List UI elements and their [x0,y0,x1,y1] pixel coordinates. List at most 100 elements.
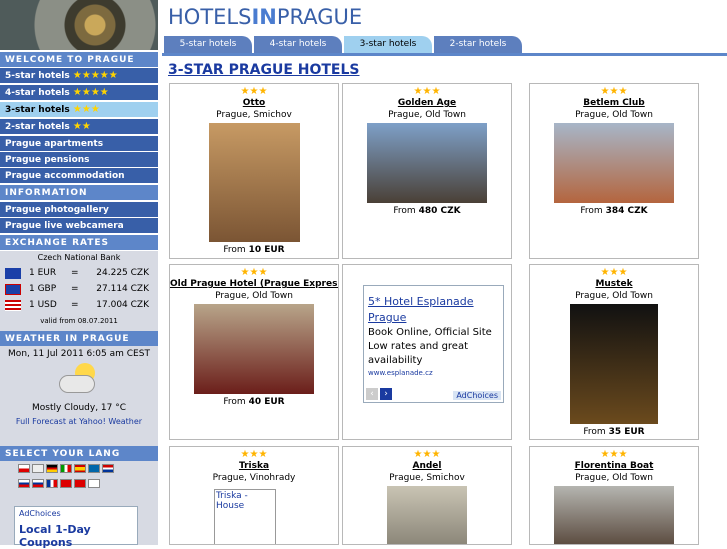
rate-amount: 1 GBP [29,284,57,294]
hotel-location: Prague, Old Town [575,473,653,483]
hotel-name[interactable]: Golden Age [343,97,511,109]
sidebar-item-webcamera[interactable]: Prague live webcamera [0,218,158,234]
weather-box: Mon, 11 Jul 2011 6:05 am CEST Mostly Clo… [0,346,158,446]
fi-flag-icon[interactable] [88,479,100,488]
price-prefix: From [223,397,249,407]
stars-icon: ★★★ [72,104,100,115]
sidebar-item-5star[interactable]: 5-star hotels ★★★★★ [0,68,158,84]
hotel-photo[interactable] [554,486,674,544]
hotel-photo[interactable] [194,304,314,394]
rate-value: 24.225 CZK [96,268,149,278]
site-logo[interactable]: HOTELSINPRAGUE [168,5,362,29]
hotel-photo[interactable] [387,486,467,544]
eu-flag-icon [5,268,21,279]
hotel-photo[interactable] [570,304,658,424]
logo-part-prague: PRAGUE [276,5,363,29]
tab-2star[interactable]: 2-star hotels [434,36,522,53]
fr-flag-icon[interactable] [46,479,58,488]
es-flag-icon[interactable] [74,464,86,473]
price-prefix: From [580,206,606,216]
tab-3star[interactable]: 3-star hotels [344,36,432,53]
hotel-price: From 35 EUR [530,426,698,438]
hotel-location: Prague, Old Town [388,110,466,120]
stars-icon: ★★★★ [72,87,109,98]
sidebar-item-pensions[interactable]: Prague pensions [0,152,158,168]
rate-usd: 1 USD = 17.004 CZK [5,298,153,313]
no-flag-icon[interactable] [74,479,86,488]
hotel-name[interactable]: Andel [343,460,511,472]
sidebar-item-photogallery[interactable]: Prague photogallery [0,202,158,218]
hotel-name[interactable]: Otto [170,97,338,109]
hotel-location: Prague, Old Town [575,110,653,120]
sidebar-item-apartments[interactable]: Prague apartments [0,136,158,152]
se-flag-icon[interactable] [88,464,100,473]
price-value: 40 EUR [248,397,285,407]
uk-flag-icon [5,284,21,295]
esplanade-ad[interactable]: 5* Hotel Esplanade Prague Book Online, O… [363,285,504,403]
hotel-price: From 480 CZK [343,205,511,217]
sidebar-item-label: 5-star hotels [5,71,70,81]
uk-lang-flag-icon[interactable] [32,464,44,473]
price-value: 35 EUR [608,427,645,437]
ad-title[interactable]: 5* Hotel Esplanade Prague [364,286,503,326]
price-value: 384 CZK [605,206,648,216]
astronomical-clock-image [0,0,158,50]
dk-flag-icon[interactable] [60,479,72,488]
lang-heading: SELECT YOUR LANG [0,446,158,462]
cz-flag-icon[interactable] [18,464,30,473]
weather-desc: Mostly Cloudy, 17 °C [31,403,127,413]
weather-date: Mon, 11 Jul 2011 6:05 am CEST [8,349,150,359]
hotel-name[interactable]: Old Prague Hotel (Prague Expres) [170,278,338,290]
price-value: 10 EUR [248,245,285,255]
de-flag-icon[interactable] [46,464,58,473]
sidebar-item-2star[interactable]: 2-star hotels ★★ [0,119,158,135]
hotel-card-andel[interactable]: ★★★ Andel Prague, Smichov [342,446,512,545]
exchange-heading: EXCHANGE RATES [0,235,158,251]
hotel-card-old-prague[interactable]: ★★★ Old Prague Hotel (Prague Expres) Pra… [169,264,339,440]
hotel-card-florentina-boat[interactable]: ★★★ Florentina Boat Prague, Old Town [529,446,699,545]
nl-flag-icon[interactable] [102,464,114,473]
hotel-price: From 384 CZK [530,205,698,217]
weather-heading: WEATHER IN PRAGUE [0,331,158,347]
hotel-card-betlem-club[interactable]: ★★★ Betlem Club Prague, Old Town From 38… [529,83,699,259]
sidebar-item-accommodation[interactable]: Prague accommodation [0,168,158,184]
price-value: 480 CZK [418,206,461,216]
ad-line2: Low rates and great availability [368,341,469,366]
it-flag-icon[interactable] [60,464,72,473]
tab-5star[interactable]: 5-star hotels [164,36,252,53]
rate-eur: 1 EUR = 24.225 CZK [5,266,153,281]
weather-forecast-link[interactable]: Full Forecast at Yahoo! Weather [0,417,158,426]
hotel-photo[interactable] [554,123,674,203]
rate-amount: 1 USD [29,300,57,310]
hotel-thumb[interactable]: Triska - House [214,489,276,544]
hotel-photo[interactable] [367,123,487,203]
sidebar-item-label: 4-star hotels [5,88,70,98]
hotel-card-mustek[interactable]: ★★★ Mustek Prague, Old Town From 35 EUR [529,264,699,440]
coupon-ad[interactable]: AdChoices Local 1-Day Coupons [14,506,138,549]
hotel-card-triska[interactable]: ★★★ Triska Prague, Vinohrady Triska - Ho… [169,446,339,545]
rate-eq: = [71,284,79,294]
sidebar-item-4star[interactable]: 4-star hotels ★★★★ [0,85,158,101]
ru-flag-icon[interactable] [18,479,30,488]
hotel-name[interactable]: Florentina Boat [530,460,698,472]
sidebar-item-3star[interactable]: 3-star hotels ★★★ [0,102,158,118]
hotel-name[interactable]: Mustek [530,278,698,290]
logo-part-in: IN [251,5,277,29]
ad-url[interactable]: www.esplanade.cz [364,368,503,378]
ad-choices[interactable]: AdChoices [453,391,501,400]
tab-4star[interactable]: 4-star hotels [254,36,342,53]
hotel-name[interactable]: Betlem Club [530,97,698,109]
stars-icon: ★★ [72,121,91,132]
hotel-card-otto[interactable]: ★★★ Otto Prague, Smichov From 10 EUR [169,83,339,259]
hotel-card-golden-age[interactable]: ★★★ Golden Age Prague, Old Town From 480… [342,83,512,259]
stars-icon: ★★★ [600,86,628,97]
tab-underline [162,53,727,56]
ad-next-icon[interactable]: › [380,388,392,400]
adchoices-label[interactable]: AdChoices [15,507,137,520]
rate-eq: = [71,300,79,310]
hotel-name[interactable]: Triska [170,460,338,472]
hotel-photo[interactable] [208,123,300,242]
ad-prev-icon[interactable]: ‹ [366,388,378,400]
rate-value: 27.114 CZK [96,284,149,294]
sk-flag-icon[interactable] [32,479,44,488]
